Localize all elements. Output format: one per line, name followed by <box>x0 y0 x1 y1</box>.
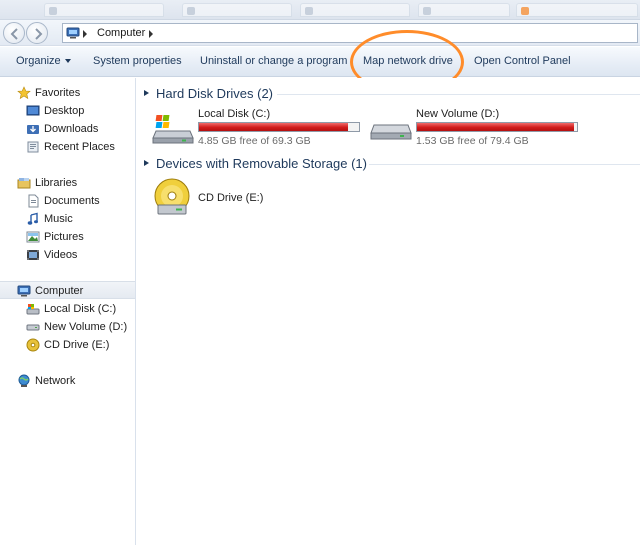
background-tab <box>418 3 510 17</box>
section-title: Hard Disk Drives (2) <box>156 86 274 101</box>
documents-icon <box>28 194 39 208</box>
nav-computer[interactable]: Computer <box>0 281 135 299</box>
drive-name: New Volume (D:) <box>416 108 500 120</box>
nav-label: Downloads <box>44 123 99 135</box>
background-tab <box>44 3 164 17</box>
pictures-icon <box>26 231 40 243</box>
desktop-icon <box>26 105 40 116</box>
nav-downloads[interactable]: Downloads <box>0 120 135 138</box>
section-title: Devices with Removable Storage (1) <box>156 156 367 171</box>
background-tab <box>182 3 292 17</box>
disk-usage-bar <box>198 122 360 132</box>
nav-new-volume[interactable]: New Volume (D:) <box>0 318 135 336</box>
back-arrow-icon <box>10 28 18 40</box>
cd-drive-icon <box>154 178 190 215</box>
drive-local-disk[interactable]: Local Disk (C:) 4.85 GB free of 69.3 GB <box>152 108 367 148</box>
nav-videos[interactable]: Videos <box>0 246 135 264</box>
background-tab <box>516 3 638 17</box>
libraries-icon <box>17 178 31 189</box>
system-properties-button[interactable]: System properties <box>93 55 182 67</box>
hard-drive-icon <box>370 124 412 140</box>
forward-arrow-icon <box>35 28 43 40</box>
drive-new-volume[interactable]: New Volume (D:) 1.53 GB free of 79.4 GB <box>370 108 585 148</box>
background-tab <box>300 3 410 17</box>
nav-label: CD Drive (E:) <box>44 339 110 351</box>
section-divider <box>277 94 640 95</box>
command-bar: Organize System properties Uninstall or … <box>0 47 640 77</box>
nav-label: Music <box>44 213 73 225</box>
nav-label: Computer <box>35 285 84 297</box>
computer-icon <box>66 27 80 39</box>
nav-local-disk[interactable]: Local Disk (C:) <box>0 300 135 318</box>
drive-free-space: 1.53 GB free of 79.4 GB <box>416 135 529 147</box>
disk-usage-bar <box>416 122 578 132</box>
nav-cd-drive[interactable]: CD Drive (E:) <box>0 336 135 354</box>
uninstall-program-button[interactable]: Uninstall or change a program <box>200 55 347 67</box>
organize-label: Organize <box>16 55 61 67</box>
disk-usage-fill <box>199 123 348 131</box>
network-globe-icon <box>18 374 30 387</box>
nav-recent-places[interactable]: Recent Places <box>0 138 135 156</box>
nav-pictures[interactable]: Pictures <box>0 228 135 246</box>
drive-name: CD Drive (E:) <box>198 192 264 204</box>
nav-label: Libraries <box>35 177 78 189</box>
nav-label: Network <box>35 375 76 387</box>
music-note-icon <box>27 212 38 225</box>
disk-usage-fill <box>417 123 574 131</box>
recent-places-icon <box>27 141 39 153</box>
back-button[interactable] <box>3 22 25 44</box>
video-film-icon <box>27 250 39 260</box>
content-pane: Hard Disk Drives (2) Local Disk (C:) 4.8… <box>137 78 640 545</box>
nav-label: Desktop <box>44 105 85 117</box>
address-field[interactable]: Computer <box>62 23 638 43</box>
hard-drive-windows-icon <box>26 304 40 315</box>
nav-label: Local Disk (C:) <box>44 303 117 315</box>
address-bar: Computer <box>0 20 640 46</box>
open-control-panel-button[interactable]: Open Control Panel <box>474 55 571 67</box>
hard-drive-icon <box>26 324 40 331</box>
hard-disk-drives-header[interactable]: Hard Disk Drives (2) <box>137 83 640 103</box>
star-icon <box>17 86 31 100</box>
nav-label: Documents <box>44 195 100 207</box>
drive-name: Local Disk (C:) <box>198 108 271 120</box>
nav-desktop[interactable]: Desktop <box>0 102 135 120</box>
drive-free-space: 4.85 GB free of 69.3 GB <box>198 135 311 147</box>
title-strip <box>0 0 640 20</box>
cd-drive-icon <box>26 338 40 352</box>
nav-favorites[interactable]: Favorites <box>0 84 135 102</box>
nav-music[interactable]: Music <box>0 210 135 228</box>
dropdown-caret-icon <box>64 59 71 64</box>
nav-label: New Volume (D:) <box>44 321 128 333</box>
organize-button[interactable]: Organize <box>16 55 71 67</box>
breadcrumb-separator-icon <box>83 30 87 38</box>
nav-label: Pictures <box>44 231 84 243</box>
breadcrumb-computer[interactable]: Computer <box>97 27 145 39</box>
hard-drive-windows-icon <box>152 115 194 144</box>
downloads-folder-icon <box>27 125 39 134</box>
drive-cd-drive[interactable]: CD Drive (E:) <box>152 178 312 218</box>
nav-libraries[interactable]: Libraries <box>0 174 135 192</box>
collapse-triangle-icon <box>144 90 149 96</box>
nav-label: Recent Places <box>44 141 115 153</box>
map-network-drive-button[interactable]: Map network drive <box>363 55 453 67</box>
nav-documents[interactable]: Documents <box>0 192 135 210</box>
nav-label: Videos <box>44 249 78 261</box>
nav-label: Favorites <box>35 87 81 99</box>
breadcrumb-chevron-icon[interactable] <box>149 30 153 38</box>
collapse-triangle-icon <box>144 160 149 166</box>
forward-button[interactable] <box>26 22 48 44</box>
nav-network[interactable]: Network <box>0 372 135 390</box>
section-divider <box>369 164 640 165</box>
removable-storage-header[interactable]: Devices with Removable Storage (1) <box>137 153 640 173</box>
navigation-pane: Favorites Desktop Downloads Recent Place… <box>0 78 136 545</box>
computer-icon <box>17 285 31 297</box>
